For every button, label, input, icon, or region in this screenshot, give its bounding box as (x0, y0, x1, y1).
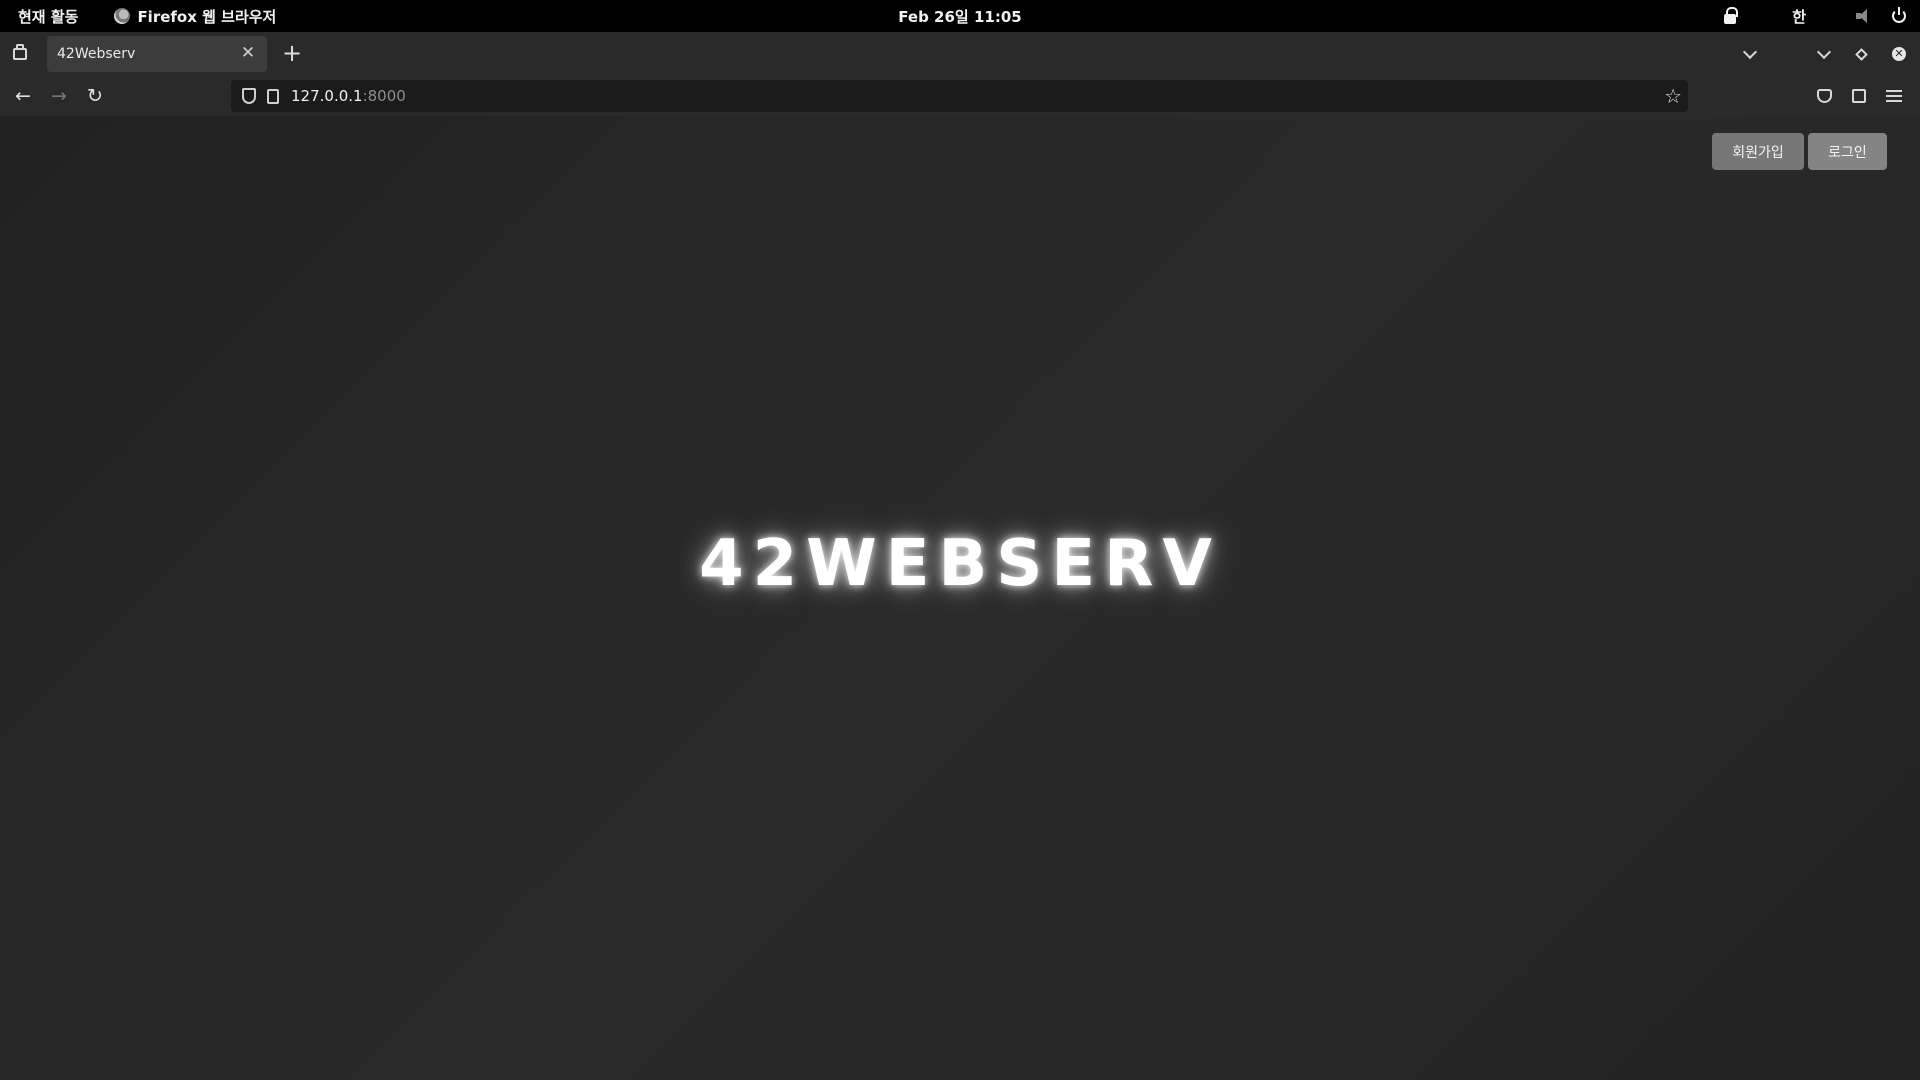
app-name: Firefox 웹 브라우저 (137, 7, 277, 26)
clock[interactable]: Feb 26일 11:05 (898, 6, 1021, 27)
lock-icon[interactable] (1724, 6, 1739, 24)
minimize-icon[interactable] (1816, 44, 1832, 59)
system-top-bar: 현재 활동 Firefox 웹 브라우저 Feb 26일 11:05 한 (0, 0, 1920, 32)
maximize-icon[interactable] (1855, 47, 1868, 61)
activities-button[interactable]: 현재 활동 (18, 6, 78, 27)
page-content: 회원가입 로그인 42WEBSERV (0, 116, 1920, 1080)
new-tab-button[interactable]: + (277, 39, 307, 69)
star-icon[interactable]: ☆ (1664, 84, 1682, 108)
firefox-view-button[interactable] (0, 32, 40, 76)
window-controls: ✕ (1742, 32, 1920, 76)
forward-arrow-icon[interactable]: → (41, 78, 77, 114)
url-bar[interactable]: 127.0.0.1:8000 ☆ (231, 80, 1688, 112)
back-arrow-icon[interactable]: ← (5, 78, 41, 114)
clock-area: Feb 26일 11:05 (0, 0, 1920, 32)
navigation-bar: ← → ↻ 127.0.0.1:8000 ☆ (0, 76, 1920, 116)
pocket-icon[interactable] (1817, 89, 1832, 103)
close-tab-icon[interactable]: ✕ (239, 44, 257, 62)
input-method-indicator[interactable]: 한 (1792, 6, 1806, 27)
login-button[interactable]: 로그인 (1808, 133, 1887, 170)
system-tray: 한 (1724, 0, 1906, 32)
url-host: 127.0.0.1 (291, 87, 363, 105)
hero-title: 42WEBSERV (699, 527, 1221, 601)
page-icon[interactable] (267, 88, 279, 104)
url-port: :8000 (362, 87, 406, 105)
reload-icon[interactable]: ↻ (77, 78, 113, 114)
toolbar-right (1817, 76, 1920, 116)
tab-bar: 42Webserv ✕ + ✕ (0, 32, 1920, 76)
firefox-icon (114, 8, 131, 24)
shield-icon[interactable] (242, 88, 256, 104)
tab-42webserv[interactable]: 42Webserv ✕ (47, 36, 267, 72)
extensions-icon[interactable] (1852, 89, 1866, 103)
volume-icon[interactable] (1856, 9, 1872, 23)
menu-icon[interactable] (1886, 90, 1902, 102)
app-menu[interactable]: Firefox 웹 브라우저 (114, 6, 276, 27)
signup-button[interactable]: 회원가입 (1712, 133, 1804, 170)
tab-title: 42Webserv (57, 46, 136, 62)
firefox-view-icon (13, 44, 27, 60)
power-icon[interactable] (1892, 7, 1906, 23)
auth-buttons: 회원가입 로그인 (1712, 133, 1887, 170)
list-all-tabs-icon[interactable] (1742, 44, 1758, 59)
close-window-icon[interactable]: ✕ (1892, 47, 1906, 61)
